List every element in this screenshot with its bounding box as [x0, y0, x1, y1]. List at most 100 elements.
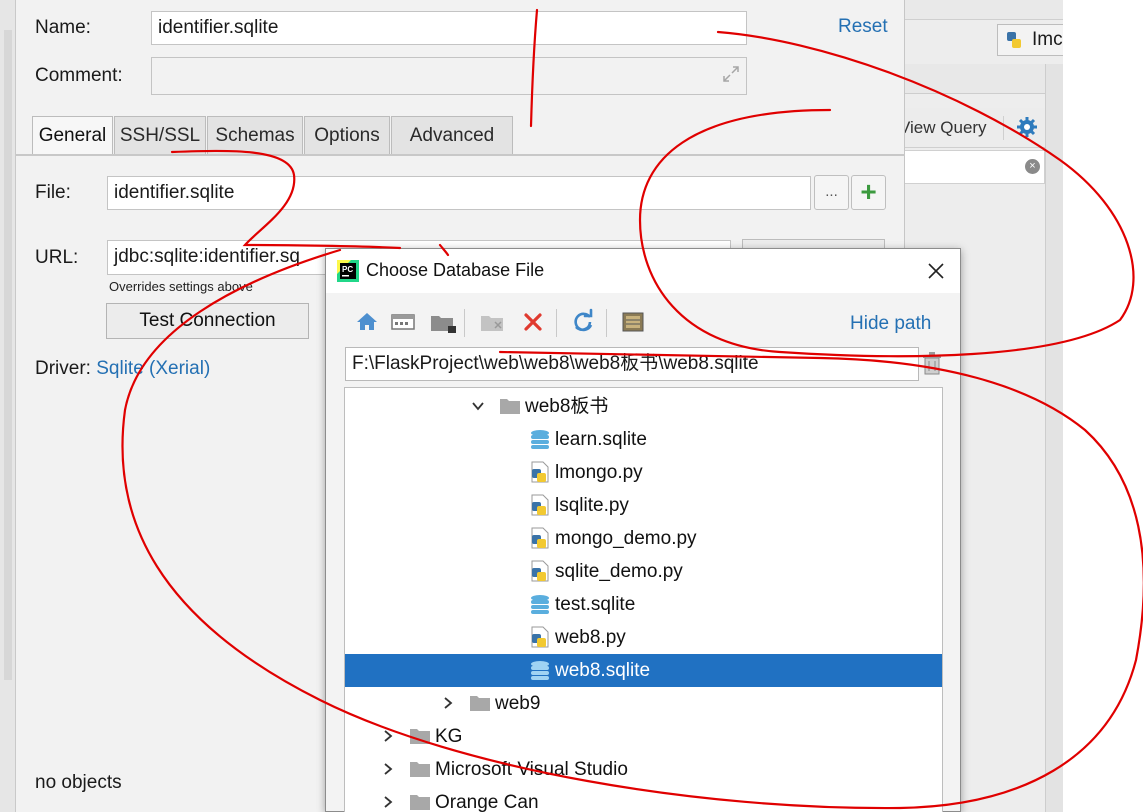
tab-options[interactable]: Options — [304, 116, 390, 154]
tree-item-label: Orange Can — [435, 792, 539, 812]
tree-item-file[interactable]: sqlite_demo.py — [345, 555, 942, 588]
tree-item-file[interactable]: lsqlite.py — [345, 489, 942, 522]
reset-link[interactable]: Reset — [838, 16, 888, 38]
pycharm-icon: PC — [337, 260, 359, 282]
file-label: File: — [35, 182, 71, 203]
clear-icon[interactable]: × — [1025, 159, 1040, 174]
background-side-column — [1045, 64, 1063, 812]
project-folder-icon[interactable] — [428, 307, 458, 337]
new-folder-icon[interactable] — [478, 307, 508, 337]
tab-general[interactable]: General — [32, 116, 113, 156]
tree-item-label: web8.sqlite — [555, 660, 651, 681]
tree-item-label: learn.sqlite — [555, 429, 647, 450]
database-file-icon — [531, 430, 549, 449]
tree-item-folder-web8-notes[interactable]: web8板书 — [345, 390, 942, 423]
tree-item-label: lsqlite.py — [555, 495, 629, 516]
chevron-right-icon[interactable] — [381, 795, 395, 809]
name-field[interactable]: identifier.sqlite — [151, 11, 747, 45]
close-icon[interactable] — [924, 259, 948, 283]
folder-icon — [410, 795, 430, 810]
chevron-down-icon[interactable] — [471, 399, 485, 413]
python-icon — [1007, 32, 1021, 48]
home-icon[interactable] — [352, 307, 382, 337]
background-run-button[interactable]: Imc — [997, 24, 1067, 56]
toolbar-separator — [464, 309, 465, 337]
add-button[interactable]: + — [851, 175, 886, 210]
tab-ssh-ssl[interactable]: SSH/SSL — [114, 116, 206, 154]
refresh-icon[interactable] — [568, 307, 598, 337]
tab-schemas[interactable]: Schemas — [207, 116, 303, 154]
file-field[interactable]: identifier.sqlite — [107, 176, 811, 210]
tree-item-file[interactable]: mongo_demo.py — [345, 522, 942, 555]
tabs-divider — [16, 154, 905, 156]
chevron-right-icon[interactable] — [381, 729, 395, 743]
python-file-icon — [531, 527, 549, 549]
tree-item-file[interactable]: lmongo.py — [345, 456, 942, 489]
folder-icon — [470, 696, 490, 711]
tree-item-label: web8板书 — [525, 396, 609, 417]
tree-item-file[interactable]: web8.py — [345, 621, 942, 654]
background-search-field[interactable]: × — [905, 150, 1045, 184]
driver-label-text: Driver: — [35, 358, 91, 379]
tree-item-folder[interactable]: web9 — [345, 687, 942, 720]
tree-item-file[interactable]: learn.sqlite — [345, 423, 942, 456]
tree-item-folder[interactable]: KG — [345, 720, 942, 753]
tree-item-label: lmongo.py — [555, 462, 643, 483]
chevron-right-icon[interactable] — [381, 762, 395, 776]
name-label: Name: — [35, 17, 91, 38]
tree-item-label: test.sqlite — [555, 594, 636, 615]
chevron-right-icon[interactable] — [441, 696, 455, 710]
show-hidden-icon[interactable] — [618, 307, 648, 337]
tree-item-label: Microsoft Visual Studio — [435, 759, 628, 780]
delete-icon[interactable] — [518, 307, 548, 337]
tree-item-file[interactable]: test.sqlite — [345, 588, 942, 621]
browse-button[interactable]: ... — [814, 175, 849, 210]
page-edge — [1063, 0, 1143, 812]
url-label: URL: — [35, 247, 79, 268]
gear-icon[interactable] — [1016, 116, 1038, 138]
tree-item-label: web8.py — [555, 627, 626, 648]
left-gutter — [0, 0, 16, 812]
view-query-button[interactable]: View Query — [899, 118, 987, 138]
clear-history-icon[interactable] — [922, 352, 942, 376]
python-file-icon — [531, 494, 549, 516]
toolbar-separator — [606, 309, 607, 337]
folder-icon — [410, 729, 430, 744]
toolbar-separator — [1003, 116, 1004, 140]
tree-item-folder[interactable]: Orange Can — [345, 786, 942, 812]
python-file-icon — [531, 560, 549, 582]
dialog-title: Choose Database File — [366, 260, 545, 280]
folder-icon — [500, 399, 520, 414]
file-tree: web8板书 learn.sqlite lmongo.py lsqlite.py… — [344, 387, 943, 812]
tree-item-label: web9 — [495, 693, 541, 714]
svg-text:PC: PC — [342, 265, 353, 274]
driver-label: Driver: Sqlite (Xerial) — [35, 358, 210, 380]
dialog-title-bar: PC Choose Database File — [326, 249, 960, 293]
comment-field[interactable] — [151, 57, 747, 95]
comment-label: Comment: — [35, 65, 123, 86]
background-top-bar — [905, 0, 1065, 20]
tree-item-label: KG — [435, 726, 463, 747]
background-toolbar: View Query — [899, 108, 1065, 148]
driver-link[interactable]: Sqlite (Xerial) — [96, 358, 210, 379]
python-file-icon — [531, 461, 549, 483]
expand-icon[interactable] — [722, 65, 740, 83]
folder-icon — [410, 762, 430, 777]
database-file-icon — [531, 595, 549, 614]
test-connection-button[interactable]: Test Connection — [106, 303, 309, 339]
path-field[interactable]: F:\FlaskProject\web\web8\web8板书\web8.sql… — [345, 347, 919, 381]
desktop-icon[interactable] — [388, 307, 418, 337]
background-run-label: Imc — [1032, 29, 1063, 50]
database-file-icon — [531, 661, 549, 680]
tree-item-file-selected[interactable]: web8.sqlite — [345, 654, 942, 687]
choose-database-file-dialog: PC Choose Database File Hide path F:\Fla… — [325, 248, 961, 812]
toolbar-separator — [556, 309, 557, 337]
tree-item-label: sqlite_demo.py — [555, 561, 683, 582]
tree-item-folder[interactable]: Microsoft Visual Studio — [345, 753, 942, 786]
background-tab-row — [905, 64, 1055, 94]
hide-path-link[interactable]: Hide path — [850, 313, 931, 335]
gutter-scrollbar[interactable] — [4, 30, 12, 680]
tab-advanced[interactable]: Advanced — [391, 116, 513, 154]
python-file-icon — [531, 626, 549, 648]
status-text: no objects — [35, 772, 122, 793]
